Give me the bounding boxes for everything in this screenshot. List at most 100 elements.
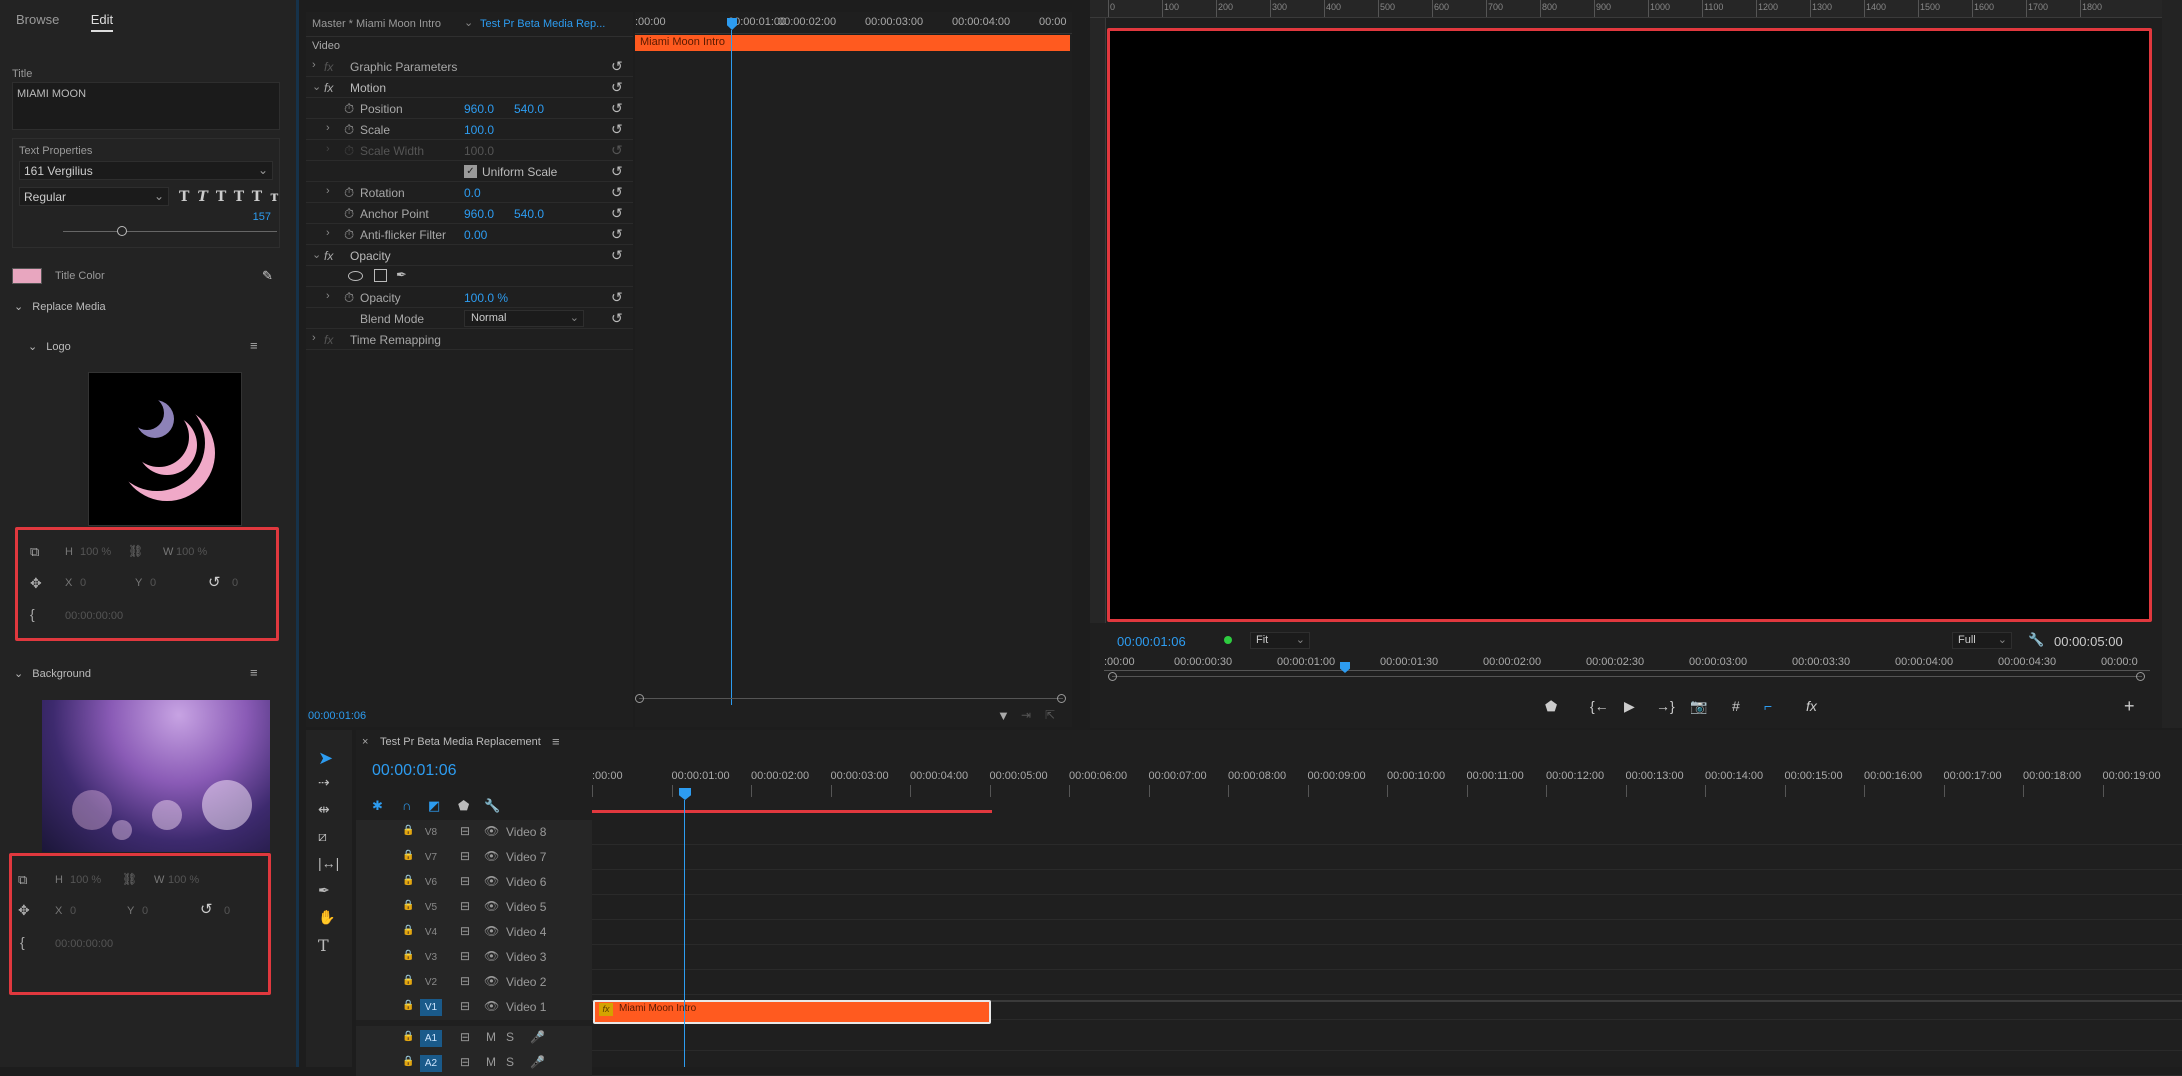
- lock-icon[interactable]: 🔒: [402, 825, 414, 836]
- keyframe-icon[interactable]: ⇥: [1021, 708, 1031, 722]
- background-section-header[interactable]: ⌄ Background: [14, 667, 91, 680]
- anchor-y-value[interactable]: 540.0: [514, 207, 544, 221]
- eye-icon[interactable]: 👁: [484, 824, 499, 838]
- text-style-buttons[interactable]: TTTTTт: [179, 189, 287, 205]
- fx-icon[interactable]: fx: [1806, 698, 1817, 714]
- stopwatch-icon[interactable]: ⏱: [344, 227, 354, 243]
- title-text-field[interactable]: MIAMI MOON: [12, 82, 280, 130]
- razor-tool-icon[interactable]: ⧄: [318, 828, 327, 845]
- lock-icon[interactable]: 🔒: [402, 1000, 414, 1011]
- timeline-clip[interactable]: fx Miami Moon Intro: [593, 1000, 991, 1024]
- anti-flicker-row[interactable]: › ⏱ Anti-flicker Filter 0.00 ↺: [306, 224, 633, 245]
- track-target-tag[interactable]: A2: [420, 1055, 442, 1072]
- position-y-value[interactable]: 540.0: [514, 102, 544, 116]
- anti-flicker-value[interactable]: 0.00: [464, 228, 487, 242]
- track-target-tag[interactable]: V1: [420, 999, 442, 1016]
- lock-icon[interactable]: 🔒: [402, 950, 414, 961]
- w-value[interactable]: 100 %: [176, 546, 207, 558]
- stopwatch-icon[interactable]: ⏱: [344, 122, 354, 138]
- rotation-value[interactable]: 0.0: [464, 186, 481, 200]
- tab-browse[interactable]: Browse: [16, 12, 59, 27]
- x-value[interactable]: 0: [70, 905, 76, 917]
- opacity-value[interactable]: 100.0 %: [464, 291, 508, 305]
- time-remapping-row[interactable]: › fx Time Remapping: [306, 329, 633, 350]
- rotation-value[interactable]: 0: [224, 905, 230, 917]
- hamburger-menu-icon[interactable]: ≡: [250, 338, 258, 353]
- ec-zoom-scrollbar[interactable]: [639, 698, 1063, 699]
- wrench-icon[interactable]: 🔧: [2028, 632, 2044, 648]
- small-caps-icon[interactable]: Tт: [252, 189, 287, 205]
- chevron-down-icon[interactable]: ⌄: [464, 16, 473, 29]
- link-icon[interactable]: ⛓: [128, 544, 143, 558]
- reset-icon[interactable]: ↺: [611, 58, 623, 75]
- reset-icon[interactable]: ↺: [611, 100, 623, 117]
- reset-icon[interactable]: ↺: [611, 289, 623, 306]
- sync-lock-icon[interactable]: ⊟: [460, 999, 470, 1013]
- mini-playhead[interactable]: [1340, 662, 1350, 673]
- video-track-row[interactable]: 🔒 V6 ⊟ 👁 Video 6: [356, 870, 2182, 895]
- ripple-edit-tool-icon[interactable]: ⇹: [318, 801, 330, 818]
- rotation-value[interactable]: 0: [232, 577, 238, 589]
- timeline-ruler[interactable]: :00:00 00:00:01:00 00:00:02:00 00:00:03:00 0…: [592, 730, 2182, 813]
- timeline-current-time[interactable]: 00:00:01:06: [372, 762, 457, 780]
- audio-track-row[interactable]: 🔒 A2 ⊟ M S 🎤: [356, 1051, 2182, 1076]
- track-select-tool-icon[interactable]: ⇢: [318, 774, 330, 791]
- font-style-dropdown[interactable]: Regular ⌄: [19, 187, 169, 206]
- close-icon[interactable]: ×: [362, 736, 368, 748]
- microphone-icon[interactable]: 🎤: [530, 1030, 545, 1044]
- chevron-right-icon[interactable]: ›: [312, 332, 316, 344]
- bold-icon[interactable]: T: [179, 189, 197, 205]
- eye-icon[interactable]: 👁: [484, 999, 499, 1013]
- blend-mode-dropdown[interactable]: Normal ⌄: [464, 310, 584, 327]
- program-zoom-handle-right[interactable]: [2136, 672, 2145, 681]
- scale-row[interactable]: › ⏱ Scale 100.0 ↺: [306, 119, 633, 140]
- chevron-right-icon[interactable]: ›: [312, 59, 316, 71]
- sync-lock-icon[interactable]: ⊟: [460, 824, 470, 838]
- font-size-value[interactable]: 157: [253, 211, 271, 223]
- sequence-tab[interactable]: Test Pr Beta Media Replacement: [380, 736, 541, 748]
- ellipse-mask-icon[interactable]: [348, 271, 363, 281]
- time-value[interactable]: 00:00:00:00: [55, 938, 113, 950]
- effect-controls-current-time[interactable]: 00:00:01:06: [308, 710, 366, 722]
- track-target-tag[interactable]: V3: [420, 949, 442, 966]
- eyedropper-icon[interactable]: ✎: [262, 268, 273, 284]
- tab-edit[interactable]: Edit: [90, 12, 114, 32]
- track-target-tag[interactable]: V6: [420, 874, 442, 891]
- settings-wrench-icon[interactable]: 🔧: [484, 798, 500, 814]
- reset-icon[interactable]: ↺: [611, 310, 623, 327]
- filter-icon[interactable]: ▼: [997, 708, 1010, 723]
- opacity-row[interactable]: › ⏱ Opacity 100.0 % ↺: [306, 287, 633, 308]
- chevron-down-icon[interactable]: ⌄: [312, 248, 321, 261]
- background-thumbnail[interactable]: [42, 700, 270, 852]
- h-value[interactable]: 100 %: [70, 874, 101, 886]
- track-target-tag[interactable]: V2: [420, 974, 442, 991]
- track-target-tag[interactable]: V7: [420, 849, 442, 866]
- mute-button[interactable]: M: [486, 1030, 496, 1044]
- export-icon[interactable]: ⇱: [1045, 708, 1055, 722]
- position-row[interactable]: ⏱ Position 960.0 540.0 ↺: [306, 98, 633, 119]
- reset-icon[interactable]: ↺: [611, 121, 623, 138]
- sync-lock-icon[interactable]: ⊟: [460, 949, 470, 963]
- lock-icon[interactable]: 🔒: [402, 1056, 414, 1067]
- add-button-icon[interactable]: +: [2124, 696, 2135, 717]
- uniform-scale-checkbox[interactable]: ✓: [464, 165, 477, 178]
- chevron-down-icon[interactable]: ⌄: [312, 80, 321, 93]
- italic-icon[interactable]: T: [197, 189, 215, 205]
- video-track-row[interactable]: 🔒 V3 ⊟ 👁 Video 3: [356, 945, 2182, 970]
- font-size-slider-track[interactable]: [63, 231, 277, 232]
- video-track-row[interactable]: 🔒 V2 ⊟ 👁 Video 2: [356, 970, 2182, 995]
- video-track-row[interactable]: 🔒 V5 ⊟ 👁 Video 5: [356, 895, 2182, 920]
- play-icon[interactable]: ▶: [1624, 698, 1635, 715]
- opacity-section-row[interactable]: ⌄ fx Opacity ↺: [306, 245, 633, 266]
- program-zoom-handle-left[interactable]: [1108, 672, 1117, 681]
- selection-tool-icon[interactable]: ➤: [318, 748, 333, 769]
- graphic-parameters-row[interactable]: › fx Graphic Parameters ↺: [306, 56, 633, 77]
- type-tool-icon[interactable]: T: [318, 936, 329, 955]
- reset-icon[interactable]: ↺: [611, 184, 623, 201]
- sequence-tab[interactable]: Test Pr Beta Media Rep...: [480, 18, 605, 30]
- track-target-tag[interactable]: V5: [420, 899, 442, 916]
- linked-selection-icon[interactable]: ◩: [428, 798, 440, 814]
- stopwatch-icon[interactable]: ⏱: [344, 185, 354, 201]
- y-value[interactable]: 0: [142, 905, 148, 917]
- reset-icon[interactable]: ↺: [611, 163, 623, 180]
